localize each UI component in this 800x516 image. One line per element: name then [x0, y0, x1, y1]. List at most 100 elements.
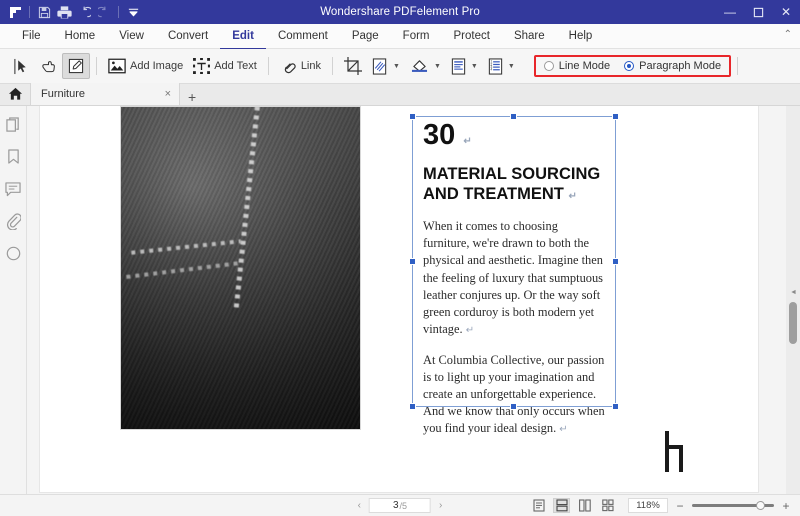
menu-item-form[interactable]: Form	[391, 24, 442, 49]
resize-handle-bottom-right[interactable]	[612, 403, 619, 410]
total-pages-value: /5	[400, 501, 408, 511]
thumbnail-grid-view-icon[interactable]	[599, 498, 616, 513]
selected-text-block[interactable]: 30 ↵ MATERIAL SOURCING AND TREATMENT ↵ W…	[413, 117, 615, 406]
menu-item-view[interactable]: View	[107, 24, 156, 49]
menu-item-protect[interactable]: Protect	[442, 24, 502, 49]
link-label: Link	[301, 60, 321, 72]
zoom-level-input[interactable]: 118%	[628, 498, 668, 513]
edit-tool[interactable]	[62, 53, 90, 79]
add-text-icon	[193, 58, 210, 74]
resize-handle-bottom-left[interactable]	[409, 403, 416, 410]
link-icon	[280, 59, 297, 74]
app-logo-icon[interactable]	[5, 2, 25, 22]
window-controls: — ✕	[716, 0, 800, 24]
continuous-view-icon[interactable]	[553, 498, 570, 513]
menu-item-file[interactable]: File	[10, 24, 53, 49]
attachment-panel-icon[interactable]	[4, 212, 22, 230]
save-icon[interactable]	[34, 2, 54, 22]
vertical-scrollbar[interactable]: ◄	[786, 106, 800, 494]
quick-access-dropdown-icon[interactable]	[123, 2, 143, 22]
vertical-scrollbar-thumb[interactable]	[789, 302, 797, 344]
document-tab-label: Furniture	[41, 88, 159, 100]
section-number: 30 ↵	[423, 121, 607, 150]
menu-item-page[interactable]: Page	[340, 24, 391, 49]
stamp-panel-icon[interactable]	[4, 244, 22, 262]
next-page-button[interactable]: ›	[439, 500, 442, 511]
minimize-button[interactable]: —	[716, 0, 744, 24]
zoom-slider-knob[interactable]	[756, 501, 765, 510]
document-viewport[interactable]: 30 ↵ MATERIAL SOURCING AND TREATMENT ↵ W…	[27, 106, 786, 494]
comment-panel-icon[interactable]	[4, 180, 22, 198]
menu-item-comment[interactable]: Comment	[266, 24, 340, 49]
facing-view-icon[interactable]	[576, 498, 593, 513]
add-text-button[interactable]: Add Text	[188, 53, 262, 79]
resize-handle-top-left[interactable]	[409, 113, 416, 120]
close-tab-icon[interactable]: ×	[165, 88, 171, 100]
close-button[interactable]: ✕	[772, 0, 800, 24]
ribbon-divider-4	[737, 57, 738, 75]
previous-page-button[interactable]: ‹	[358, 500, 361, 511]
menu-item-home[interactable]: Home	[53, 24, 108, 49]
header-footer-dropdown-icon[interactable]: ▼	[471, 63, 478, 70]
single-page-view-icon[interactable]	[530, 498, 547, 513]
paragraph-mode-label: Paragraph Mode	[639, 60, 721, 72]
new-tab-button[interactable]: +	[180, 89, 204, 105]
section-number-text: 30	[423, 119, 455, 151]
crop-tool[interactable]	[339, 53, 367, 79]
section-heading-line2: AND TREATMENT	[423, 185, 564, 203]
bates-dropdown-icon[interactable]: ▼	[508, 63, 515, 70]
chair-line-art-graphic[interactable]	[660, 431, 694, 473]
leather-photo-image[interactable]	[120, 106, 361, 430]
line-mode-label: Line Mode	[559, 60, 610, 72]
document-tab-furniture[interactable]: Furniture ×	[30, 83, 180, 105]
resize-handle-middle-left[interactable]	[409, 258, 416, 265]
zoom-in-button[interactable]: +	[780, 499, 792, 513]
add-image-label: Add Image	[130, 60, 183, 72]
pdf-page[interactable]: 30 ↵ MATERIAL SOURCING AND TREATMENT ↵ W…	[40, 106, 758, 492]
page-number-input[interactable]: 3 /5	[369, 498, 431, 513]
bates-numbering-tool[interactable]: 1234 ▼	[483, 53, 520, 79]
bookmark-panel-icon[interactable]	[4, 148, 22, 166]
resize-handle-middle-right[interactable]	[612, 258, 619, 265]
paragraph-mode-radio-icon[interactable]	[624, 61, 634, 71]
menu-item-share[interactable]: Share	[502, 24, 557, 49]
collapse-ribbon-icon[interactable]: ⌃	[784, 29, 792, 40]
watermark-tool[interactable]: ▼	[367, 53, 405, 79]
redo-icon[interactable]	[94, 2, 114, 22]
home-tab[interactable]	[0, 83, 30, 105]
add-image-button[interactable]: Add Image	[103, 53, 188, 79]
resize-handle-top-center[interactable]	[510, 113, 517, 120]
line-mode-radio-icon[interactable]	[544, 61, 554, 71]
thumbnails-panel-icon[interactable]	[4, 116, 22, 134]
menu-item-convert[interactable]: Convert	[156, 24, 220, 49]
paragraph-return-mark-heading: ↵	[568, 191, 576, 202]
select-tool[interactable]	[8, 53, 35, 79]
zoom-out-button[interactable]: −	[674, 499, 686, 513]
maximize-button[interactable]	[744, 0, 772, 24]
link-button[interactable]: Link	[275, 53, 326, 79]
paragraph-return-mark-number: ↵	[463, 136, 471, 147]
add-image-icon	[108, 58, 126, 74]
hand-tool[interactable]	[35, 53, 62, 79]
document-tab-strip: Furniture × +	[0, 84, 800, 106]
print-icon[interactable]	[54, 2, 74, 22]
resize-handle-bottom-center[interactable]	[510, 403, 517, 410]
menu-item-help[interactable]: Help	[557, 24, 605, 49]
body-paragraph-2-text: At Columbia Collective, our passion is t…	[423, 353, 605, 435]
header-footer-tool[interactable]: ▼	[446, 53, 483, 79]
current-page-value: 3	[393, 500, 399, 511]
scroll-up-icon[interactable]: ◄	[790, 289, 797, 296]
resize-handle-top-right[interactable]	[612, 113, 619, 120]
background-tool[interactable]: ▼	[405, 53, 446, 79]
line-mode-option[interactable]: Line Mode	[544, 60, 610, 72]
left-panel-rail	[0, 106, 27, 494]
menu-bar: File Home View Convert Edit Comment Page…	[0, 24, 800, 49]
menu-item-edit[interactable]: Edit	[220, 24, 266, 49]
paragraph-mode-option[interactable]: Paragraph Mode	[624, 60, 721, 72]
paragraph-return-mark-2: ↵	[559, 424, 567, 435]
zoom-slider[interactable]	[692, 500, 774, 512]
body-paragraph-1: When it comes to choosing furniture, we'…	[423, 218, 607, 338]
watermark-dropdown-icon[interactable]: ▼	[393, 63, 400, 70]
undo-icon[interactable]	[74, 2, 94, 22]
background-dropdown-icon[interactable]: ▼	[434, 63, 441, 70]
